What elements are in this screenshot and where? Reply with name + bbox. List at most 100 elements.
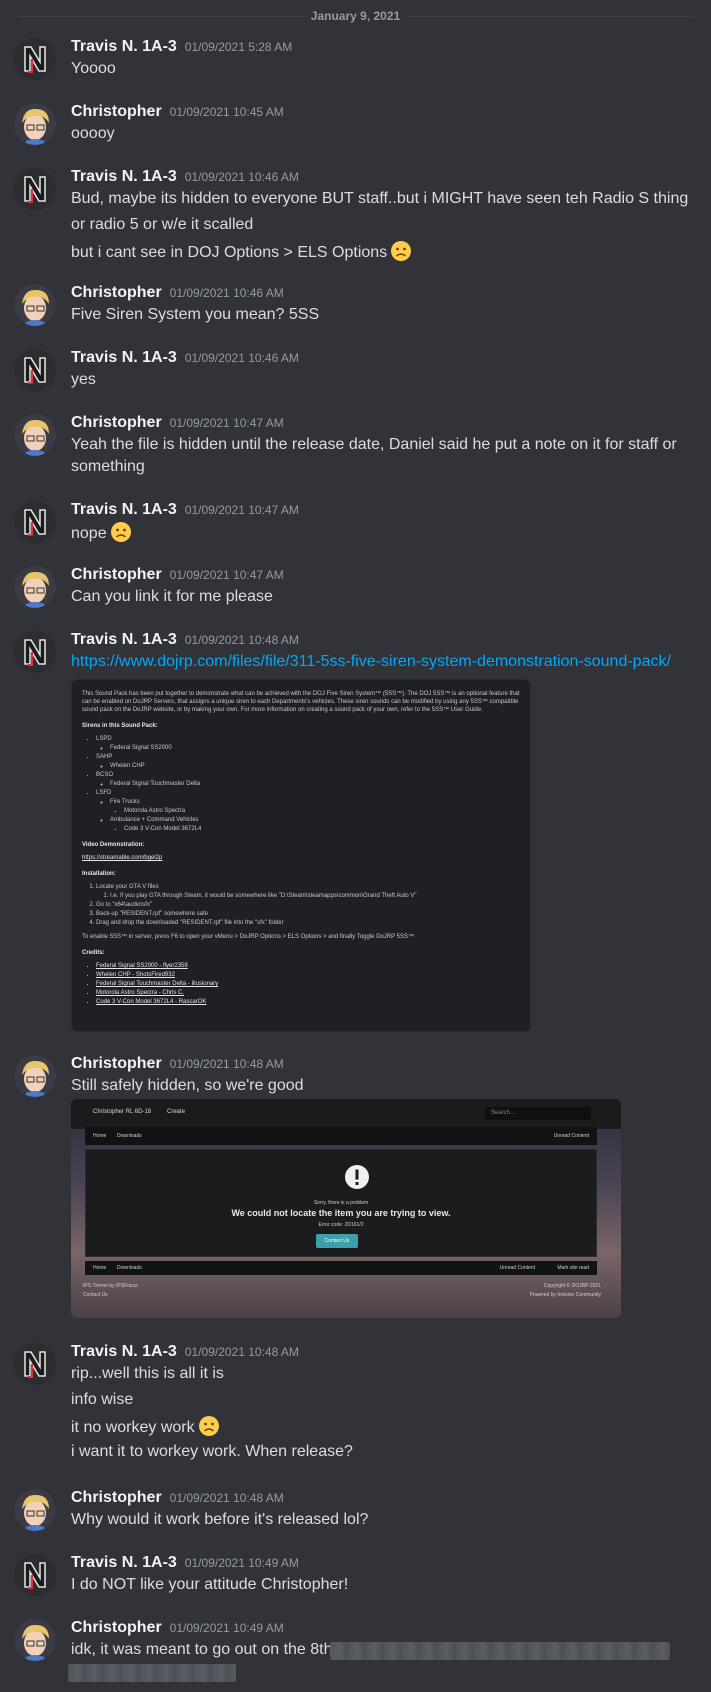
timestamp: 01/09/2021 10:46 AM <box>184 351 299 365</box>
author-name[interactable]: Christopher <box>71 103 162 120</box>
message-text: Can you link it for me please <box>71 588 273 605</box>
avatar-christopher[interactable] <box>14 1489 56 1531</box>
site-mark-read: Mark site read <box>557 1265 589 1271</box>
embed-list-item: Locate your GTA V files <box>96 883 520 891</box>
author-name[interactable]: Travis N. 1A-3 <box>71 1343 177 1360</box>
author-name[interactable]: Travis N. 1A-3 <box>71 38 177 55</box>
site-copyright: Copyright © DOJRP 2021 <box>543 1283 601 1289</box>
site-error-message: We could not locate the item you are try… <box>231 1208 451 1218</box>
avatar-travis[interactable] <box>14 38 56 80</box>
timestamp: 01/09/2021 10:48 AM <box>169 1057 284 1071</box>
timestamp: 01/09/2021 10:49 AM <box>184 1556 299 1570</box>
embed-list-item: Code 3 V-Con Model 3672L4 <box>124 825 520 833</box>
site-error-code: Error code: 2D161/2 <box>318 1222 364 1228</box>
embed-list-item: BCSO <box>96 771 520 779</box>
avatar-christopher[interactable] <box>14 284 56 326</box>
link-embed-preview[interactable]: This Sound Pack has been put together to… <box>71 679 531 1032</box>
embed-heading: Credits: <box>82 950 105 956</box>
site-sorry: Sorry, there is a problem <box>313 1200 369 1206</box>
message-text: Yoooo <box>71 60 116 77</box>
message-text: yes <box>71 371 96 388</box>
message-link[interactable]: https://www.dojrp.com/files/file/311-5ss… <box>71 651 671 673</box>
site-error-panel: Sorry, there is a problem We could not l… <box>85 1149 597 1257</box>
embed-list-item: Motorola Astro Spectra <box>124 807 520 815</box>
embed-heading: Sirens in this Sound Pack: <box>82 723 158 729</box>
site-downloads: Downloads <box>117 1265 142 1271</box>
embed-list-item: Whelen CHP <box>110 762 520 770</box>
author-name[interactable]: Christopher <box>71 414 162 431</box>
author-name[interactable]: Travis N. 1A-3 <box>71 631 177 648</box>
avatar-christopher[interactable] <box>14 566 56 608</box>
message-text: rip...well this is all it is <box>71 1365 224 1382</box>
avatar-christopher[interactable] <box>14 414 56 456</box>
author-name[interactable]: Travis N. 1A-3 <box>71 168 177 185</box>
embed-heading: Video Demonstration: <box>82 842 145 848</box>
embed-credit[interactable]: Federal Signal SS2000 - flyer2359 <box>96 962 520 970</box>
embed-list-item: Fire Trucks <box>110 798 520 806</box>
avatar-christopher[interactable] <box>14 1619 56 1661</box>
message-text: i want it to workey work. When release? <box>71 1443 353 1460</box>
avatar-travis[interactable] <box>14 1343 56 1385</box>
message-text-content: nope <box>71 525 107 542</box>
author-name[interactable]: Travis N. 1A-3 <box>71 1554 177 1571</box>
embed-credit[interactable]: Federal Signal Touchmaster Delta - illus… <box>96 980 520 988</box>
author-name[interactable]: Travis N. 1A-3 <box>71 501 177 518</box>
timestamp: 01/09/2021 5:28 AM <box>184 40 293 54</box>
embed-list-item: Federal Signal Touchmaster Delta <box>110 780 520 788</box>
message-text: Still safely hidden, so we're good <box>71 1077 304 1094</box>
avatar-travis[interactable] <box>14 349 56 391</box>
timestamp: 01/09/2021 10:49 AM <box>169 1621 284 1635</box>
message-text: I do NOT like your attitude Christopher! <box>71 1576 349 1593</box>
timestamp: 01/09/2021 10:45 AM <box>169 105 284 119</box>
embed-list-item: LSPD <box>96 735 520 743</box>
timestamp: 01/09/2021 10:47 AM <box>184 503 299 517</box>
avatar-travis[interactable] <box>14 631 56 673</box>
message-text: or radio 5 or w/e it scalled <box>71 216 254 233</box>
message-text: but i cant see in DOJ Options > ELS Opti… <box>71 240 412 264</box>
embed-video-link[interactable]: https://streamable.com/bgel2p <box>82 854 520 862</box>
embed-credit[interactable]: Code 3 V-Con Model 3672L4 - RascarOK <box>96 998 520 1006</box>
author-name[interactable]: Travis N. 1A-3 <box>71 349 177 366</box>
embed-list-item: I.e. If you play GTA through Steam, it w… <box>110 892 520 900</box>
redacted-text <box>68 1664 236 1682</box>
frowning-emoji-icon <box>391 241 412 261</box>
author-name[interactable]: Christopher <box>71 284 162 301</box>
site-contact: Contact Us <box>83 1292 108 1298</box>
message-text: Bud, maybe its hidden to everyone BUT st… <box>71 190 689 207</box>
timestamp: 01/09/2021 10:46 AM <box>169 286 284 300</box>
embed-list-item: SAHP <box>96 753 520 761</box>
author-name[interactable]: Christopher <box>71 566 162 583</box>
redacted-text <box>330 1642 670 1660</box>
site-downloads: Downloads <box>117 1133 142 1139</box>
site-breadcrumb: Home Downloads Unread Content <box>85 1127 597 1145</box>
exclamation-icon <box>345 1165 369 1189</box>
site-topbar: Christopher RL 6D-18 Create Search... <box>71 1099 621 1129</box>
message-text: Yeah the file is hidden until the releas… <box>71 436 677 453</box>
date-divider: January 9, 2021 <box>18 8 693 24</box>
embed-list-item: Go to "x64\audio\sfx" <box>96 901 520 909</box>
site-contact-button: Contact Us <box>316 1234 358 1248</box>
message-text: something <box>71 458 145 475</box>
message-text: nope <box>71 521 132 545</box>
author-name[interactable]: Christopher <box>71 1055 162 1072</box>
avatar-travis[interactable] <box>14 1554 56 1596</box>
avatar-travis[interactable] <box>14 168 56 210</box>
author-name[interactable]: Christopher <box>71 1619 162 1636</box>
avatar-christopher[interactable] <box>14 103 56 145</box>
screenshot-attachment[interactable]: Christopher RL 6D-18 Create Search... Ho… <box>71 1099 621 1318</box>
avatar-travis[interactable] <box>14 501 56 543</box>
site-theme: IPS Theme by IPSFocus <box>83 1283 138 1289</box>
timestamp: 01/09/2021 10:47 AM <box>169 568 284 582</box>
site-home: Home <box>93 1133 107 1139</box>
avatar-christopher[interactable] <box>14 1055 56 1097</box>
message-text-content: but i cant see in DOJ Options > ELS Opti… <box>71 244 388 261</box>
embed-credit[interactable]: Motorola Astro Spectra - Chris C. <box>96 989 520 997</box>
author-name[interactable]: Christopher <box>71 1489 162 1506</box>
site-unread: Unread Content <box>553 1133 589 1139</box>
embed-credit[interactable]: Whelen CHP - ShotsFired932 <box>96 971 520 979</box>
date-divider-label: January 9, 2021 <box>304 8 407 24</box>
timestamp: 01/09/2021 10:48 AM <box>169 1491 284 1505</box>
message-text: it no workey work <box>71 1415 220 1439</box>
site-unread: Unread Content <box>499 1265 535 1271</box>
site-powered: Powered by Invision Community <box>529 1292 601 1298</box>
